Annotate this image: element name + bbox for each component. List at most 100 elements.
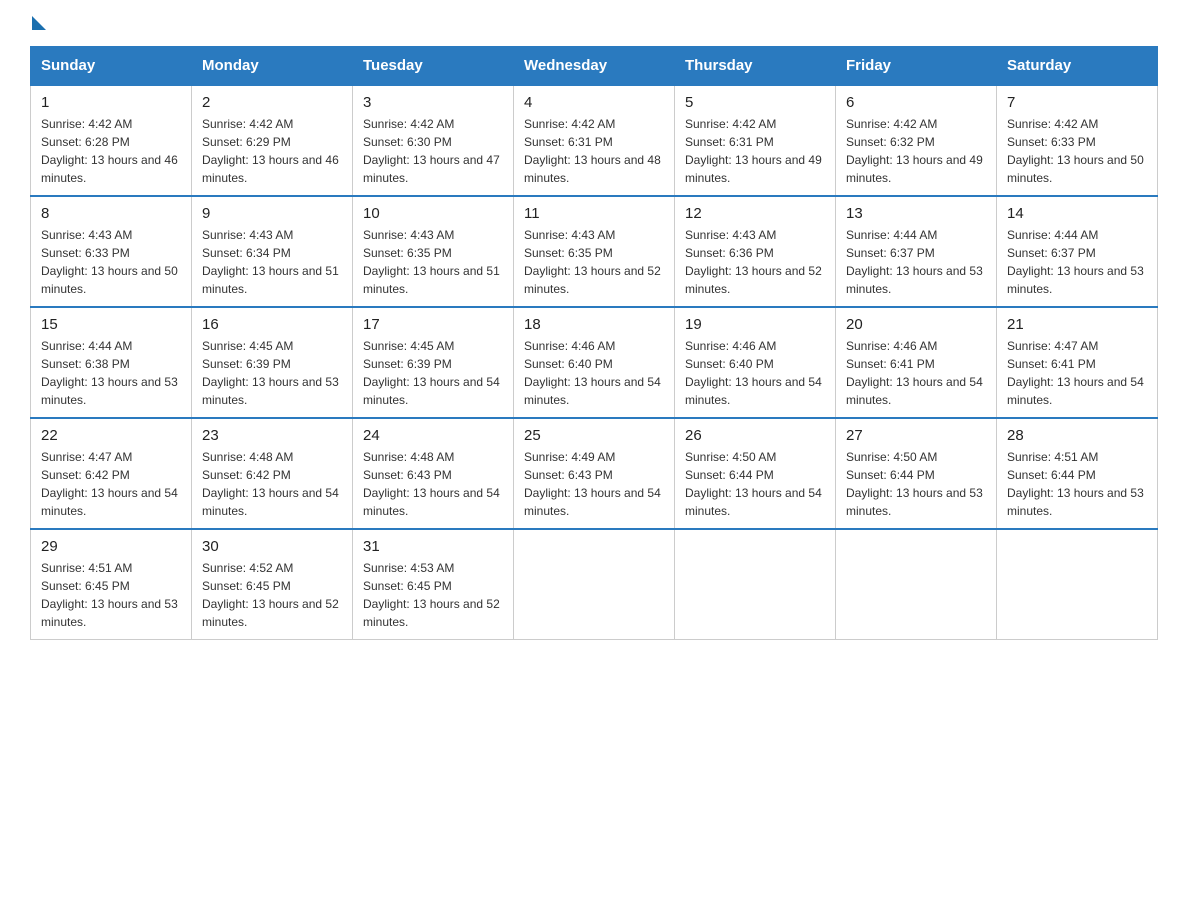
calendar-week-2: 8 Sunrise: 4:43 AMSunset: 6:33 PMDaylight… [31, 196, 1158, 307]
calendar-cell: 6Sunrise: 4:42 AMSunset: 6:32 PMDaylight… [836, 85, 997, 196]
day-number: 4 [524, 94, 664, 111]
day-number: 21 [1007, 316, 1147, 333]
header-cell-tuesday: Tuesday [353, 47, 514, 86]
day-number: 31 [363, 538, 503, 555]
day-info: Sunrise: 4:43 AMSunset: 6:35 PMDaylight:… [524, 226, 664, 298]
day-number: 25 [524, 427, 664, 444]
calendar-week-4: 22 Sunrise: 4:47 AMSunset: 6:42 PMDayligh… [31, 418, 1158, 529]
day-info: Sunrise: 4:50 AMSunset: 6:44 PMDaylight:… [685, 448, 825, 520]
calendar-cell: 28 Sunrise: 4:51 AMSunset: 6:44 PMDayligh… [997, 418, 1158, 529]
day-number: 11 [524, 205, 664, 222]
day-number: 5 [685, 94, 825, 111]
calendar-cell [997, 529, 1158, 640]
calendar-week-5: 29Sunrise: 4:51 AMSunset: 6:45 PMDayligh… [31, 529, 1158, 640]
calendar-cell: 17 Sunrise: 4:45 AMSunset: 6:39 PMDayligh… [353, 307, 514, 418]
day-number: 28 [1007, 427, 1147, 444]
day-number: 13 [846, 205, 986, 222]
day-number: 9 [202, 205, 342, 222]
day-info: Sunrise: 4:44 AMSunset: 6:37 PMDaylight:… [1007, 226, 1147, 298]
calendar-header: SundayMondayTuesdayWednesdayThursdayFrid… [31, 47, 1158, 86]
day-number: 26 [685, 427, 825, 444]
calendar-cell: 11 Sunrise: 4:43 AMSunset: 6:35 PMDayligh… [514, 196, 675, 307]
calendar-cell: 25 Sunrise: 4:49 AMSunset: 6:43 PMDayligh… [514, 418, 675, 529]
day-number: 1 [41, 94, 181, 111]
day-number: 18 [524, 316, 664, 333]
day-number: 30 [202, 538, 342, 555]
day-number: 2 [202, 94, 342, 111]
header-cell-friday: Friday [836, 47, 997, 86]
calendar-cell: 15 Sunrise: 4:44 AMSunset: 6:38 PMDayligh… [31, 307, 192, 418]
calendar-cell [675, 529, 836, 640]
calendar-week-1: 1 Sunrise: 4:42 AMSunset: 6:28 PMDaylight… [31, 85, 1158, 196]
day-info: Sunrise: 4:49 AMSunset: 6:43 PMDaylight:… [524, 448, 664, 520]
calendar-cell: 18 Sunrise: 4:46 AMSunset: 6:40 PMDayligh… [514, 307, 675, 418]
calendar-week-3: 15 Sunrise: 4:44 AMSunset: 6:38 PMDayligh… [31, 307, 1158, 418]
day-info: Sunrise: 4:50 AMSunset: 6:44 PMDaylight:… [846, 448, 986, 520]
day-info: Sunrise: 4:45 AMSunset: 6:39 PMDaylight:… [202, 337, 342, 409]
day-number: 16 [202, 316, 342, 333]
day-number: 10 [363, 205, 503, 222]
day-info: Sunrise: 4:48 AMSunset: 6:42 PMDaylight:… [202, 448, 342, 520]
calendar-cell [836, 529, 997, 640]
calendar-cell: 22 Sunrise: 4:47 AMSunset: 6:42 PMDayligh… [31, 418, 192, 529]
day-number: 8 [41, 205, 181, 222]
day-info: Sunrise: 4:45 AMSunset: 6:39 PMDaylight:… [363, 337, 503, 409]
calendar-cell: 1 Sunrise: 4:42 AMSunset: 6:28 PMDaylight… [31, 85, 192, 196]
day-info: Sunrise: 4:46 AMSunset: 6:40 PMDaylight:… [685, 337, 825, 409]
day-info: Sunrise: 4:48 AMSunset: 6:43 PMDaylight:… [363, 448, 503, 520]
calendar-cell [514, 529, 675, 640]
day-info: Sunrise: 4:51 AMSunset: 6:44 PMDaylight:… [1007, 448, 1147, 520]
calendar-cell: 3 Sunrise: 4:42 AMSunset: 6:30 PMDaylight… [353, 85, 514, 196]
day-info: Sunrise: 4:44 AMSunset: 6:38 PMDaylight:… [41, 337, 181, 409]
day-info: Sunrise: 4:42 AMSunset: 6:28 PMDaylight:… [41, 115, 181, 187]
day-info: Sunrise: 4:47 AMSunset: 6:41 PMDaylight:… [1007, 337, 1147, 409]
day-number: 22 [41, 427, 181, 444]
calendar-table: SundayMondayTuesdayWednesdayThursdayFrid… [30, 46, 1158, 640]
day-info: Sunrise: 4:46 AMSunset: 6:40 PMDaylight:… [524, 337, 664, 409]
header-cell-monday: Monday [192, 47, 353, 86]
logo [30, 20, 46, 30]
day-info: Sunrise: 4:42 AMSunset: 6:30 PMDaylight:… [363, 115, 503, 187]
logo-triangle-icon [32, 16, 46, 30]
day-info: Sunrise: 4:53 AMSunset: 6:45 PMDaylight:… [363, 559, 503, 631]
calendar-cell: 31 Sunrise: 4:53 AMSunset: 6:45 PMDayligh… [353, 529, 514, 640]
day-info: Sunrise: 4:43 AMSunset: 6:35 PMDaylight:… [363, 226, 503, 298]
calendar-cell: 13 Sunrise: 4:44 AMSunset: 6:37 PMDayligh… [836, 196, 997, 307]
calendar-cell: 7Sunrise: 4:42 AMSunset: 6:33 PMDaylight… [997, 85, 1158, 196]
day-number: 7 [1007, 94, 1147, 111]
calendar-body: 1 Sunrise: 4:42 AMSunset: 6:28 PMDaylight… [31, 85, 1158, 640]
day-number: 14 [1007, 205, 1147, 222]
calendar-cell: 21 Sunrise: 4:47 AMSunset: 6:41 PMDayligh… [997, 307, 1158, 418]
day-number: 24 [363, 427, 503, 444]
calendar-cell: 29Sunrise: 4:51 AMSunset: 6:45 PMDayligh… [31, 529, 192, 640]
calendar-cell: 12Sunrise: 4:43 AMSunset: 6:36 PMDayligh… [675, 196, 836, 307]
day-info: Sunrise: 4:42 AMSunset: 6:29 PMDaylight:… [202, 115, 342, 187]
day-number: 27 [846, 427, 986, 444]
day-info: Sunrise: 4:43 AMSunset: 6:36 PMDaylight:… [685, 226, 825, 298]
header-row: SundayMondayTuesdayWednesdayThursdayFrid… [31, 47, 1158, 86]
calendar-cell: 16 Sunrise: 4:45 AMSunset: 6:39 PMDayligh… [192, 307, 353, 418]
day-info: Sunrise: 4:52 AMSunset: 6:45 PMDaylight:… [202, 559, 342, 631]
header-cell-wednesday: Wednesday [514, 47, 675, 86]
day-number: 15 [41, 316, 181, 333]
day-info: Sunrise: 4:51 AMSunset: 6:45 PMDaylight:… [41, 559, 181, 631]
page-header [30, 20, 1158, 30]
day-number: 3 [363, 94, 503, 111]
calendar-cell: 14 Sunrise: 4:44 AMSunset: 6:37 PMDayligh… [997, 196, 1158, 307]
calendar-cell: 9 Sunrise: 4:43 AMSunset: 6:34 PMDaylight… [192, 196, 353, 307]
calendar-cell: 27 Sunrise: 4:50 AMSunset: 6:44 PMDayligh… [836, 418, 997, 529]
day-info: Sunrise: 4:44 AMSunset: 6:37 PMDaylight:… [846, 226, 986, 298]
day-number: 19 [685, 316, 825, 333]
day-info: Sunrise: 4:42 AMSunset: 6:31 PMDaylight:… [685, 115, 825, 187]
calendar-cell: 4Sunrise: 4:42 AMSunset: 6:31 PMDaylight… [514, 85, 675, 196]
day-info: Sunrise: 4:47 AMSunset: 6:42 PMDaylight:… [41, 448, 181, 520]
calendar-cell: 19 Sunrise: 4:46 AMSunset: 6:40 PMDayligh… [675, 307, 836, 418]
day-info: Sunrise: 4:43 AMSunset: 6:34 PMDaylight:… [202, 226, 342, 298]
day-number: 17 [363, 316, 503, 333]
day-number: 6 [846, 94, 986, 111]
calendar-cell: 24 Sunrise: 4:48 AMSunset: 6:43 PMDayligh… [353, 418, 514, 529]
calendar-cell: 8 Sunrise: 4:43 AMSunset: 6:33 PMDaylight… [31, 196, 192, 307]
day-number: 23 [202, 427, 342, 444]
day-info: Sunrise: 4:43 AMSunset: 6:33 PMDaylight:… [41, 226, 181, 298]
header-cell-sunday: Sunday [31, 47, 192, 86]
